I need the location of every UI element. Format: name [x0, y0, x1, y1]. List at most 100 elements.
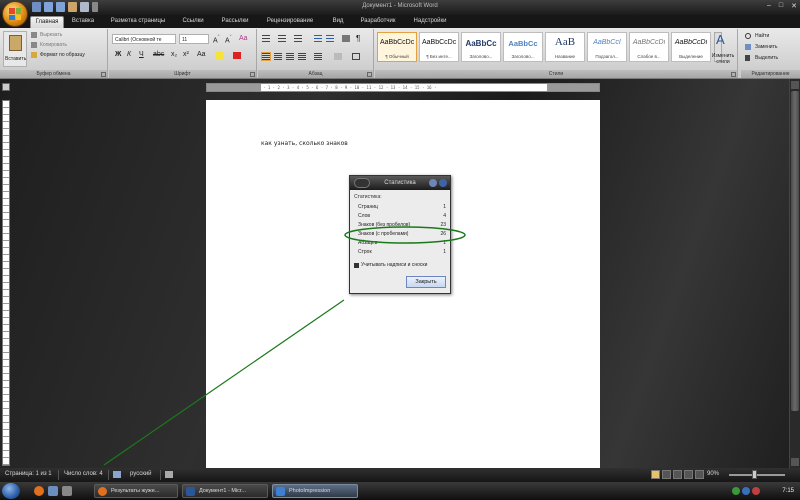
- minimize-icon[interactable]: –: [767, 2, 771, 10]
- taskbar-button-word[interactable]: Документ1 - Micr...: [182, 484, 268, 498]
- superscript-icon[interactable]: x²: [183, 51, 189, 58]
- increase-indent-icon[interactable]: [326, 35, 334, 42]
- subscript-icon[interactable]: x₂: [171, 51, 177, 58]
- style-subtle-emphasis[interactable]: AaBbCcDi Слабое в...: [629, 32, 669, 62]
- quick-launch-icon[interactable]: [62, 486, 72, 496]
- macro-record-icon[interactable]: [165, 471, 173, 478]
- close-button[interactable]: Закрыть: [406, 276, 446, 288]
- draft-view-icon[interactable]: [695, 470, 704, 479]
- horizontal-ruler[interactable]: · 1 · 2 · 3 · 4 · 5 · 6 · 7 · 8 · 9 · 10…: [206, 83, 600, 92]
- align-center-icon[interactable]: [274, 53, 282, 60]
- maximize-icon[interactable]: □: [779, 2, 783, 10]
- style-normal[interactable]: AaBbCcDc ¶ Обычный: [377, 32, 417, 62]
- scroll-thumb[interactable]: [791, 91, 799, 411]
- strikethrough-icon[interactable]: abc: [153, 51, 164, 58]
- web-layout-view-icon[interactable]: [673, 470, 682, 479]
- dialog-title-bar[interactable]: Статистика: [350, 176, 450, 190]
- style-emphasis[interactable]: AaBbCcDi Выделение: [671, 32, 711, 62]
- select-button[interactable]: Выделить: [755, 55, 778, 61]
- justify-icon[interactable]: [298, 53, 306, 60]
- align-left-icon[interactable]: [261, 52, 271, 61]
- tab-developer[interactable]: Разработчик: [356, 16, 400, 28]
- bullets-icon[interactable]: [262, 35, 270, 42]
- proofing-icon[interactable]: [113, 471, 121, 478]
- tray-volume-icon[interactable]: [742, 487, 750, 495]
- paragraph-launcher-icon[interactable]: [367, 72, 372, 77]
- clock[interactable]: 7:15: [782, 488, 794, 494]
- font-name-select[interactable]: Calibri (Основной те: [112, 34, 176, 44]
- vertical-ruler[interactable]: [2, 100, 10, 466]
- highlight-icon[interactable]: [215, 52, 223, 59]
- font-color-icon[interactable]: [233, 52, 241, 59]
- close-icon[interactable]: ✕: [791, 2, 797, 10]
- tab-mailings[interactable]: Рассылки: [216, 16, 254, 28]
- italic-icon[interactable]: К: [127, 51, 131, 58]
- tab-view[interactable]: Вид: [326, 16, 350, 28]
- zoom-slider-thumb[interactable]: [752, 470, 757, 479]
- bold-icon[interactable]: Ж: [115, 51, 121, 58]
- copy-button[interactable]: Копировать: [40, 42, 67, 48]
- taskbar-button-browser[interactable]: Результаты жуже...: [94, 484, 178, 498]
- cut-button[interactable]: Вырезать: [40, 32, 62, 38]
- page-count-status[interactable]: Страница: 1 из 1: [5, 471, 52, 477]
- tab-page-layout[interactable]: Разметка страницы: [106, 16, 170, 28]
- full-screen-view-icon[interactable]: [662, 470, 671, 479]
- borders-icon[interactable]: [352, 53, 360, 60]
- start-button[interactable]: [2, 483, 20, 499]
- clipboard-launcher-icon[interactable]: [101, 72, 106, 77]
- zoom-slider[interactable]: [729, 474, 785, 476]
- style-heading-2[interactable]: AaBbCc Заголово...: [503, 32, 543, 62]
- sort-icon[interactable]: [342, 35, 350, 42]
- clear-formatting-icon[interactable]: Aa: [239, 35, 248, 42]
- styles-launcher-icon[interactable]: [731, 72, 736, 77]
- style-heading-1[interactable]: AaBbCc Заголово...: [461, 32, 501, 62]
- office-button[interactable]: [2, 1, 28, 27]
- cut-icon[interactable]: [31, 32, 37, 38]
- tray-network-icon[interactable]: [732, 487, 740, 495]
- find-icon[interactable]: [745, 33, 751, 39]
- language-status[interactable]: русский: [130, 471, 152, 477]
- tab-selector-icon[interactable]: [2, 83, 10, 91]
- document-text[interactable]: как узнать, сколько знаков: [261, 140, 348, 147]
- numbering-icon[interactable]: [278, 35, 286, 42]
- underline-icon[interactable]: Ч: [139, 51, 144, 58]
- align-right-icon[interactable]: [286, 53, 294, 60]
- paste-button[interactable]: Вставить: [3, 31, 27, 67]
- find-button[interactable]: Найти: [755, 33, 769, 39]
- tab-insert[interactable]: Вставка: [68, 16, 98, 28]
- font-size-select[interactable]: 11: [179, 34, 209, 44]
- dialog-close-icon[interactable]: [439, 179, 447, 187]
- tray-app-icon[interactable]: [752, 487, 760, 495]
- line-spacing-icon[interactable]: [314, 53, 322, 60]
- tab-addins[interactable]: Надстройки: [408, 16, 452, 28]
- replace-button[interactable]: Заменить: [755, 44, 777, 50]
- include-textboxes-checkbox[interactable]: [354, 263, 359, 268]
- shading-icon[interactable]: [334, 53, 342, 60]
- tab-home[interactable]: Главная: [30, 16, 64, 28]
- show-desktop-icon[interactable]: [48, 486, 58, 496]
- tab-references[interactable]: Ссылки: [178, 16, 208, 28]
- format-painter-button[interactable]: Формат по образцу: [40, 52, 85, 58]
- style-title[interactable]: AaB Название: [545, 32, 585, 62]
- print-layout-view-icon[interactable]: [651, 470, 660, 479]
- change-styles-button[interactable]: A Изменить стили: [706, 31, 740, 69]
- help-icon[interactable]: [429, 179, 437, 187]
- change-case-icon[interactable]: Aa: [197, 51, 206, 58]
- format-painter-icon[interactable]: [31, 52, 37, 58]
- style-no-spacing[interactable]: AaBbCcDc ¶ Без инте...: [419, 32, 459, 62]
- font-launcher-icon[interactable]: [250, 72, 255, 77]
- grow-font-icon[interactable]: Aˆ: [213, 35, 220, 44]
- copy-icon[interactable]: [31, 42, 37, 48]
- scroll-up-icon[interactable]: [791, 81, 799, 89]
- replace-icon[interactable]: [745, 44, 751, 50]
- select-icon[interactable]: [745, 55, 750, 61]
- style-subtitle[interactable]: AaBbCcI Подзагол...: [587, 32, 627, 62]
- firefox-icon[interactable]: [34, 486, 44, 496]
- shrink-font-icon[interactable]: Aˇ: [225, 35, 232, 44]
- outline-view-icon[interactable]: [684, 470, 693, 479]
- word-count-status[interactable]: Число слов: 4: [64, 471, 103, 477]
- scroll-down-icon[interactable]: [791, 458, 799, 466]
- zoom-level[interactable]: 90%: [707, 471, 719, 477]
- taskbar-button-photoimpression[interactable]: PhotoImpression: [272, 484, 358, 498]
- show-marks-icon[interactable]: ¶: [356, 34, 360, 43]
